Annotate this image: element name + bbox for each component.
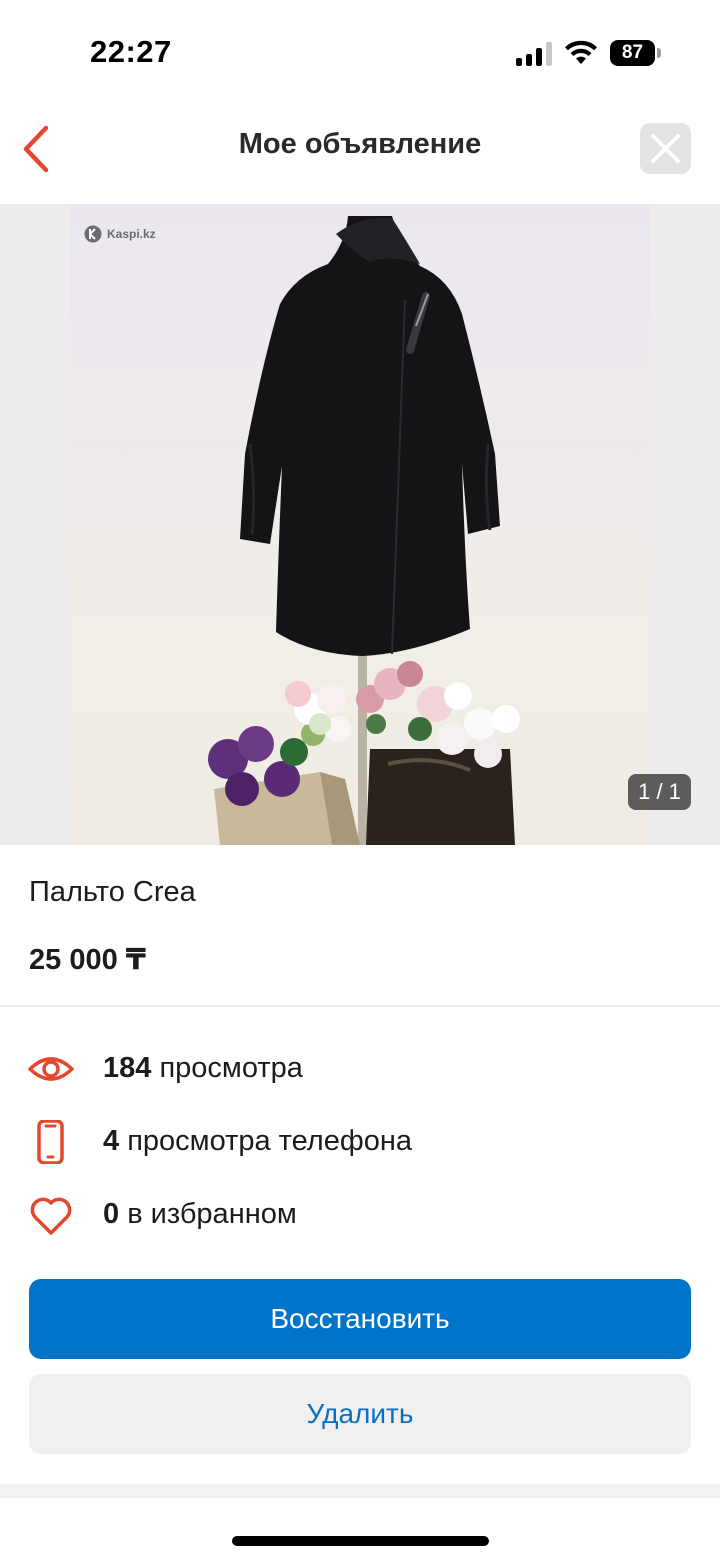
- photo-gallery[interactable]: Kaspi.kz 1 / 1: [0, 204, 720, 845]
- stat-views-count: 184: [103, 1052, 160, 1084]
- bottom-separator: [0, 1484, 720, 1498]
- battery-level: 87: [621, 42, 644, 63]
- battery-icon: 87: [610, 40, 661, 66]
- stat-views: 184 просмотра: [0, 1044, 720, 1094]
- watermark-text: Kaspi.kz: [107, 227, 156, 241]
- nav-bar: Мое объявление: [0, 100, 720, 204]
- close-icon: [651, 134, 680, 163]
- stat-favorites: 0 в избранном: [0, 1190, 720, 1240]
- divider: [0, 1005, 720, 1007]
- restore-button[interactable]: Восстановить: [29, 1279, 691, 1359]
- close-button[interactable]: [640, 123, 691, 174]
- watermark: Kaspi.kz: [84, 224, 156, 244]
- status-time: 22:27: [90, 34, 172, 69]
- page-title: Мое объявление: [238, 128, 482, 160]
- eye-icon: [28, 1057, 74, 1081]
- coat-photo-illustration: [208, 216, 520, 845]
- phone-icon: [37, 1120, 64, 1164]
- status-bar: 22:27 87: [0, 0, 720, 100]
- stat-phone-views-label: просмотра телефона: [127, 1125, 412, 1157]
- cellular-signal-icon: [516, 42, 552, 66]
- delete-button[interactable]: Удалить: [29, 1374, 691, 1454]
- wifi-icon: [565, 40, 597, 64]
- stat-favorites-label: в избранном: [127, 1198, 297, 1230]
- kaspi-logo-icon: [84, 225, 102, 243]
- stat-phone-views-count: 4: [103, 1125, 128, 1157]
- listing-photo[interactable]: Kaspi.kz: [70, 204, 650, 845]
- screen: 22:27 87 Мое объявление Kaspi.kz 1 / 1 П…: [0, 0, 720, 1561]
- photo-counter: 1 / 1: [628, 774, 691, 810]
- home-indicator[interactable]: [232, 1536, 489, 1546]
- stat-favorites-count: 0: [103, 1198, 128, 1230]
- stat-phone-views: 4 просмотра телефона: [0, 1117, 720, 1167]
- heart-icon: [30, 1197, 72, 1235]
- listing-title: Пальто Crea: [29, 876, 196, 908]
- stat-views-label: просмотра: [159, 1052, 303, 1084]
- listing-price: 25 000 ₸: [29, 944, 146, 976]
